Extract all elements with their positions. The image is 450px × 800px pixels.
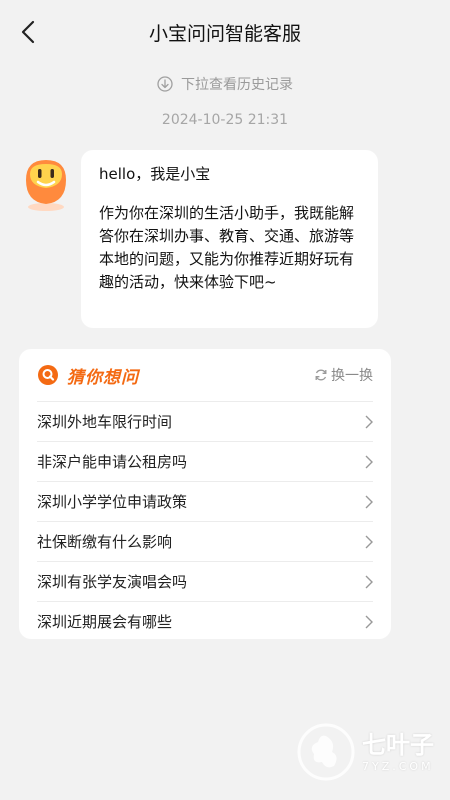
suggest-item[interactable]: 深圳有张学友演唱会吗 <box>37 561 373 601</box>
suggest-item-label: 社保断缴有什么影响 <box>37 533 173 551</box>
watermark-cn: 七叶子 <box>362 730 434 759</box>
suggest-item[interactable]: 深圳近期展会有哪些 <box>37 601 373 641</box>
refresh-button[interactable]: 换一换 <box>314 365 373 385</box>
suggest-list: 深圳外地车限行时间 非深户能申请公租房吗 深圳小学学位申请政策 社保断缴有什么影… <box>19 401 391 641</box>
top-bar: 小宝问问智能客服 <box>0 0 450 64</box>
bot-message-bubble: hello，我是小宝 作为你在深圳的生活小助手，我既能解答你在深圳办事、教育、交… <box>81 150 378 328</box>
suggest-item-label: 深圳近期展会有哪些 <box>37 613 173 631</box>
chevron-right-icon <box>365 615 373 629</box>
bot-avatar <box>18 152 74 212</box>
suggest-item-label: 深圳外地车限行时间 <box>37 413 173 431</box>
suggest-card-title: 猜你想问 <box>67 367 139 388</box>
watermark: 七叶子 7YZ.COM <box>296 718 442 786</box>
suggest-item[interactable]: 深圳小学学位申请政策 <box>37 481 373 521</box>
suggest-card: 猜你想问 换一换 深圳外地车限行时间 非深户能申请公租房吗 深圳小学学位申请政策… <box>19 349 391 639</box>
suggest-item[interactable]: 社保断缴有什么影响 <box>37 521 373 561</box>
suggest-item-label: 深圳有张学友演唱会吗 <box>37 573 188 591</box>
suggest-item[interactable]: 深圳外地车限行时间 <box>37 401 373 441</box>
chevron-right-icon <box>365 415 373 429</box>
arrow-down-circle-icon <box>157 76 173 92</box>
message-timestamp: 2024-10-25 21:31 <box>161 112 289 128</box>
chevron-right-icon <box>365 495 373 509</box>
chevron-left-icon <box>21 20 35 44</box>
watermark-en: 7YZ.COM <box>362 759 434 773</box>
chevron-right-icon <box>365 535 373 549</box>
suggest-item-label: 非深户能申请公租房吗 <box>37 453 188 471</box>
refresh-label: 换一换 <box>331 368 373 384</box>
chevron-right-icon <box>365 455 373 469</box>
suggest-card-header: 猜你想问 换一换 <box>19 349 391 401</box>
chevron-right-icon <box>365 575 373 589</box>
back-button[interactable] <box>14 18 42 46</box>
refresh-icon <box>315 369 327 381</box>
question-search-icon <box>38 365 58 385</box>
pull-history-hint[interactable]: 下拉查看历史记录 <box>0 72 450 96</box>
page-title: 小宝问问智能客服 <box>148 22 301 45</box>
history-hint-text: 下拉查看历史记录 <box>181 77 293 93</box>
suggest-item-label: 深圳小学学位申请政策 <box>37 493 188 511</box>
bot-intro-text: 作为你在深圳的生活小助手，我既能解答你在深圳办事、教育、交通、旅游等本地的问题，… <box>99 204 355 291</box>
leaf-logo-icon <box>297 723 355 781</box>
bot-greeting: hello，我是小宝 <box>99 165 211 183</box>
suggest-item[interactable]: 非深户能申请公租房吗 <box>37 441 373 481</box>
